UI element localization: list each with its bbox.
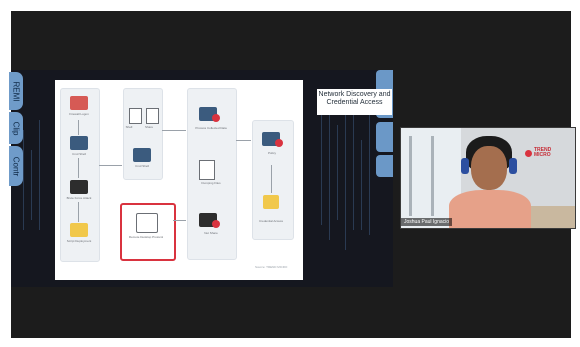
flow-arrow (78, 120, 79, 135)
label-credential: Credential Access (258, 219, 283, 223)
side-tab-remi[interactable]: REMI (9, 72, 23, 110)
flow-arrow (271, 165, 272, 193)
flow-arrow (78, 158, 79, 178)
flow-arrow (173, 220, 186, 221)
flow-arrow (162, 130, 186, 131)
alert-badge-icon (212, 220, 220, 228)
label-process: Process Collected Data (195, 126, 227, 130)
flow-arrow (78, 202, 79, 222)
window-frame (431, 136, 434, 216)
firewall-icon (70, 96, 88, 110)
side-tab-label: Contr (11, 156, 21, 176)
webcam-tile[interactable]: TREND MICRO Joshua Paul Ignacio (400, 127, 576, 229)
terminal-icon (70, 136, 88, 150)
label-policy: Policy (267, 151, 276, 155)
speaker-name: Joshua Paul Ignacio (404, 219, 450, 225)
side-tab-clip[interactable]: Clip (9, 112, 23, 144)
brand-logo-text: TREND MICRO (534, 147, 552, 158)
label-script: Script Deployment (66, 239, 92, 243)
window-frame (409, 136, 412, 216)
terminal-icon (133, 148, 151, 162)
right-panel-tab[interactable] (376, 122, 393, 152)
person-shirt (449, 190, 531, 228)
brand-logo: TREND MICRO (525, 148, 556, 158)
presentation-slide: Firewall Logon Cmd Shell Brute Force Att… (55, 80, 303, 280)
label-net-share: Net Share (204, 231, 218, 235)
document-icon (146, 108, 159, 124)
alert-badge-icon (275, 139, 283, 147)
label-share: Share (144, 125, 153, 129)
right-panel-tab[interactable] (376, 155, 393, 177)
label-cmd-1: Cmd Shell (72, 152, 86, 156)
label-cmd-2: Cmd Shell (135, 164, 149, 168)
slide-section-banner: Network Discovery and Credential Access (317, 89, 392, 115)
slide-footer: Source: TREND MICRO (255, 265, 288, 269)
flow-arrow (236, 140, 251, 141)
side-tab-label: REMI (11, 81, 21, 101)
brand-logo-icon (525, 149, 532, 157)
lock-icon (263, 195, 279, 209)
files-icon (199, 160, 215, 180)
script-icon (70, 223, 88, 237)
headset-icon (509, 158, 517, 174)
alert-badge-icon (212, 114, 220, 122)
speaker-name-tag: Joshua Paul Ignacio (401, 218, 453, 226)
label-firewall: Firewall Logon (69, 112, 89, 116)
label-rdp: Remote Desktop Protocol (128, 235, 164, 239)
label-dumping: Dumping Files (201, 181, 221, 185)
side-tab-contr[interactable]: Contr (9, 146, 23, 186)
person-face (471, 146, 507, 190)
rdp-icon (136, 213, 158, 233)
label-brute-force: Brute Force Attack (66, 196, 92, 200)
document-icon (129, 108, 142, 124)
headset-icon (461, 158, 469, 174)
user-icon (70, 180, 88, 194)
side-tab-label: Clip (11, 121, 21, 135)
flow-arrow (99, 165, 122, 166)
